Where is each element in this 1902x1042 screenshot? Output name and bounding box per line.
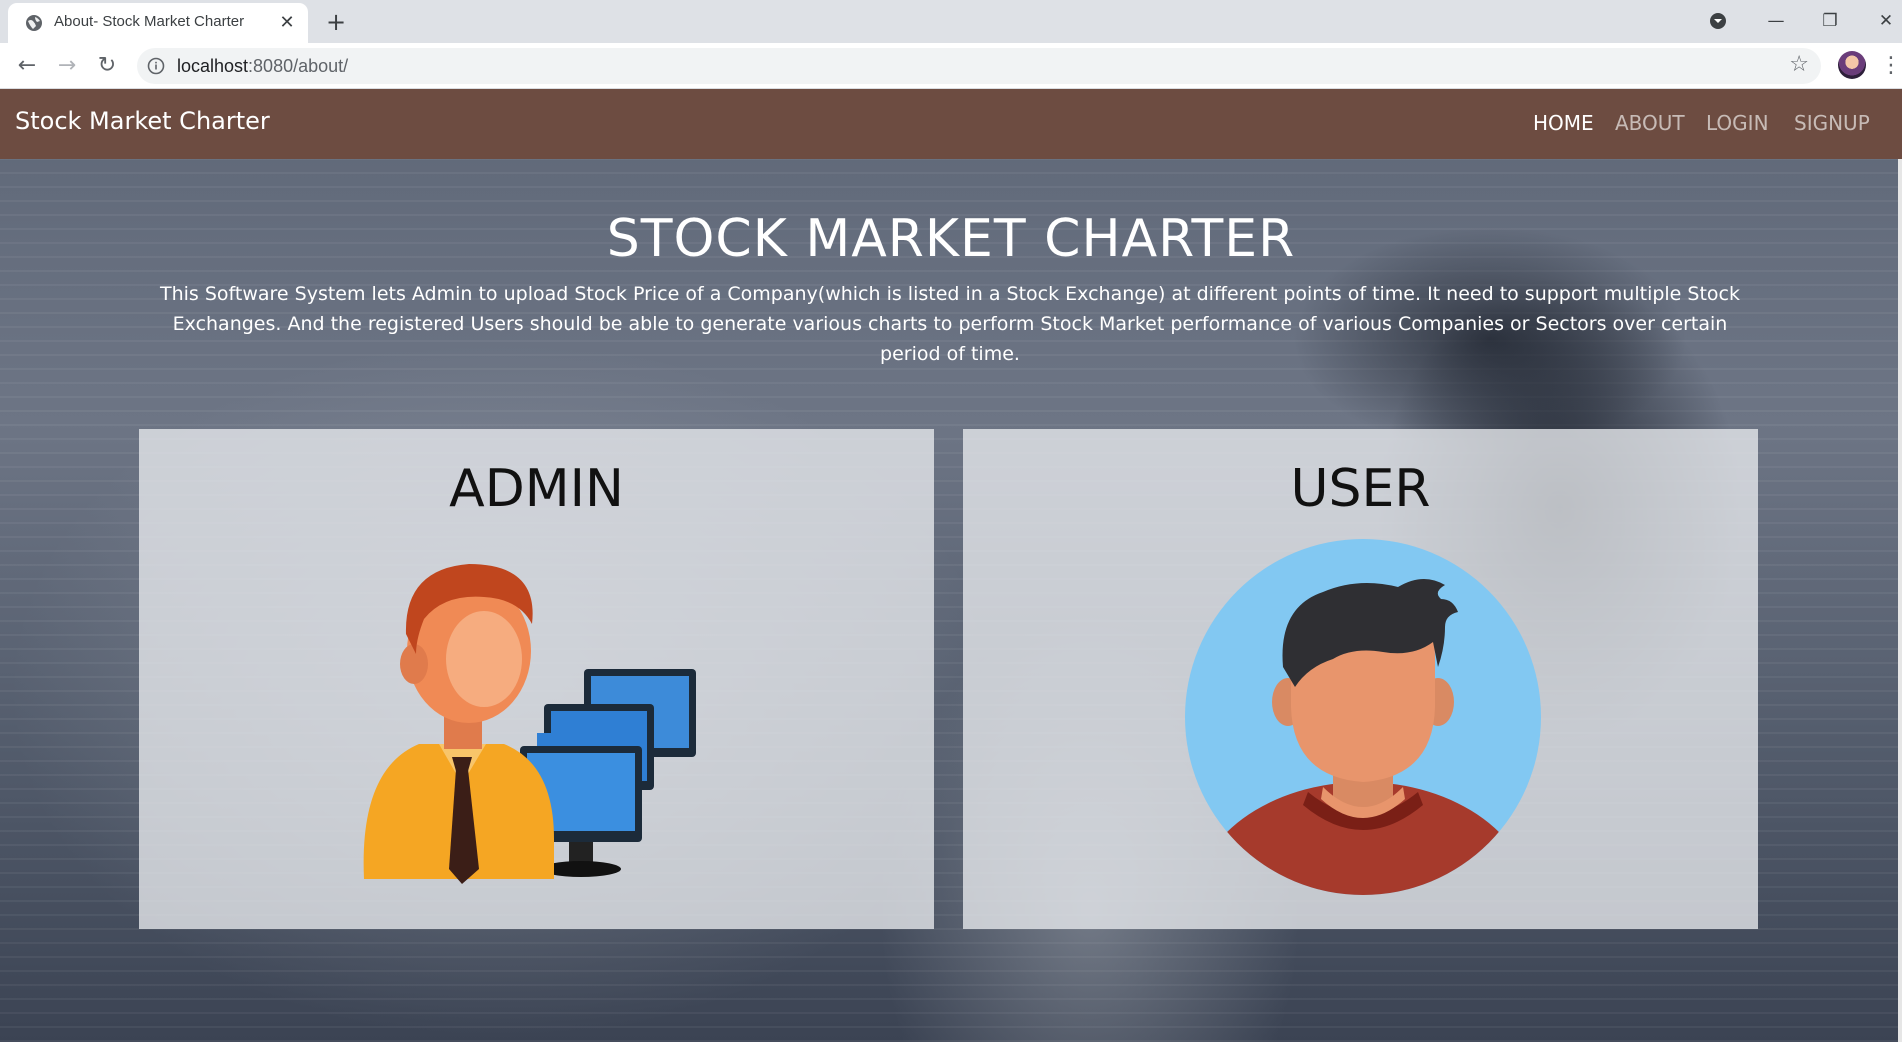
nav-login[interactable]: LOGIN xyxy=(1706,111,1769,135)
page-scrollbar[interactable] xyxy=(1898,159,1902,1042)
browser-chrome: About- Stock Market Charter ✕ + — ❐ ✕ ← … xyxy=(0,0,1902,89)
address-bar[interactable]: localhost:8080/about/ ☆ xyxy=(137,48,1821,84)
new-tab-icon[interactable]: + xyxy=(322,8,350,36)
globe-icon xyxy=(26,15,42,31)
close-icon[interactable]: ✕ xyxy=(278,14,296,32)
nav-signup[interactable]: SIGNUP xyxy=(1794,111,1870,135)
admin-with-computers-icon xyxy=(363,564,696,884)
page-viewport: Stock Market Charter HOME ABOUT LOGIN SI… xyxy=(0,89,1902,1042)
tab-title: About- Stock Market Charter xyxy=(54,13,245,30)
user-avatar-icon xyxy=(1185,539,1541,895)
browser-tab[interactable]: About- Stock Market Charter ✕ xyxy=(8,3,308,43)
url-text: localhost:8080/about/ xyxy=(177,56,348,77)
nav-about[interactable]: ABOUT xyxy=(1615,111,1685,135)
maximize-icon[interactable]: ❐ xyxy=(1808,4,1852,38)
admin-card[interactable]: ADMIN xyxy=(139,429,934,929)
card-title-user: USER xyxy=(1290,459,1431,519)
minimize-icon[interactable]: — xyxy=(1754,4,1798,38)
nav-home[interactable]: HOME xyxy=(1533,111,1594,135)
page-title: STOCK MARKET CHARTER xyxy=(606,209,1296,269)
url-path: :8080/about/ xyxy=(248,56,349,76)
page-description: This Software System lets Admin to uploa… xyxy=(159,283,1740,365)
tab-search-icon[interactable] xyxy=(1696,4,1740,38)
back-icon[interactable]: ← xyxy=(12,51,42,81)
url-host: localhost xyxy=(177,56,249,76)
reload-icon[interactable]: ↻ xyxy=(92,51,122,81)
browser-toolbar: ← → ↻ localhost:8080/about/ ☆ ⋮ xyxy=(0,43,1902,89)
tab-strip: About- Stock Market Charter ✕ + — ❐ ✕ xyxy=(0,0,1902,43)
info-icon[interactable] xyxy=(147,57,165,75)
user-card[interactable]: USER xyxy=(963,429,1758,929)
card-title-admin: ADMIN xyxy=(449,459,624,519)
window-close-icon[interactable]: ✕ xyxy=(1864,4,1902,38)
menu-icon[interactable]: ⋮ xyxy=(1880,51,1902,81)
brand-link[interactable]: Stock Market Charter xyxy=(15,107,270,135)
navbar: Stock Market Charter HOME ABOUT LOGIN SI… xyxy=(0,89,1902,159)
star-icon[interactable]: ☆ xyxy=(1789,52,1809,77)
forward-icon[interactable]: → xyxy=(52,51,82,81)
profile-avatar[interactable] xyxy=(1838,51,1866,79)
